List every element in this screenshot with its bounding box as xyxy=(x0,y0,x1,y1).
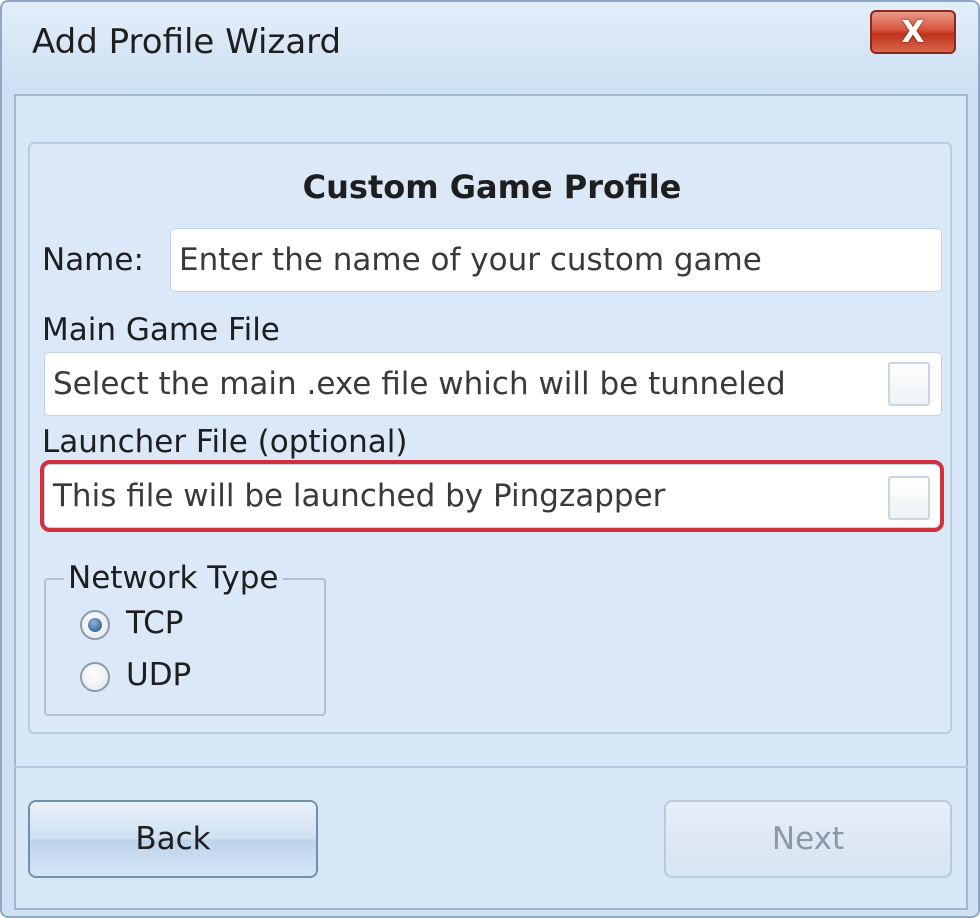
launcher-highlight-box xyxy=(40,460,944,532)
network-type-group xyxy=(44,578,326,716)
main-game-file-label: Main Game File xyxy=(42,312,280,348)
close-icon: X xyxy=(901,14,925,50)
footer-separator xyxy=(14,766,968,768)
back-button-label: Back xyxy=(135,821,211,857)
panel-heading: Custom Game Profile xyxy=(302,168,682,206)
main-game-file-input[interactable]: Select the main .exe file which will be … xyxy=(44,352,942,416)
title-bar: Add Profile Wizard X xyxy=(2,2,978,92)
wizard-window: Add Profile Wizard X Custom Game Profile… xyxy=(0,0,980,918)
back-button[interactable]: Back xyxy=(28,800,318,878)
name-input-placeholder: Enter the name of your custom game xyxy=(179,242,762,278)
name-label: Name: xyxy=(42,242,144,278)
main-file-browse-button[interactable] xyxy=(888,362,930,406)
tcp-label: TCP xyxy=(126,605,184,641)
udp-radio[interactable] xyxy=(80,662,110,692)
next-button[interactable]: Next xyxy=(664,800,952,878)
tcp-radio[interactable] xyxy=(80,610,110,640)
name-input[interactable]: Enter the name of your custom game xyxy=(170,228,942,292)
next-button-label: Next xyxy=(771,821,845,857)
close-button[interactable]: X xyxy=(870,10,956,54)
window-title: Add Profile Wizard xyxy=(32,22,342,62)
network-type-legend: Network Type xyxy=(64,560,283,596)
udp-label: UDP xyxy=(126,657,192,693)
launcher-file-label: Launcher File (optional) xyxy=(42,424,408,460)
main-game-file-placeholder: Select the main .exe file which will be … xyxy=(53,366,786,402)
